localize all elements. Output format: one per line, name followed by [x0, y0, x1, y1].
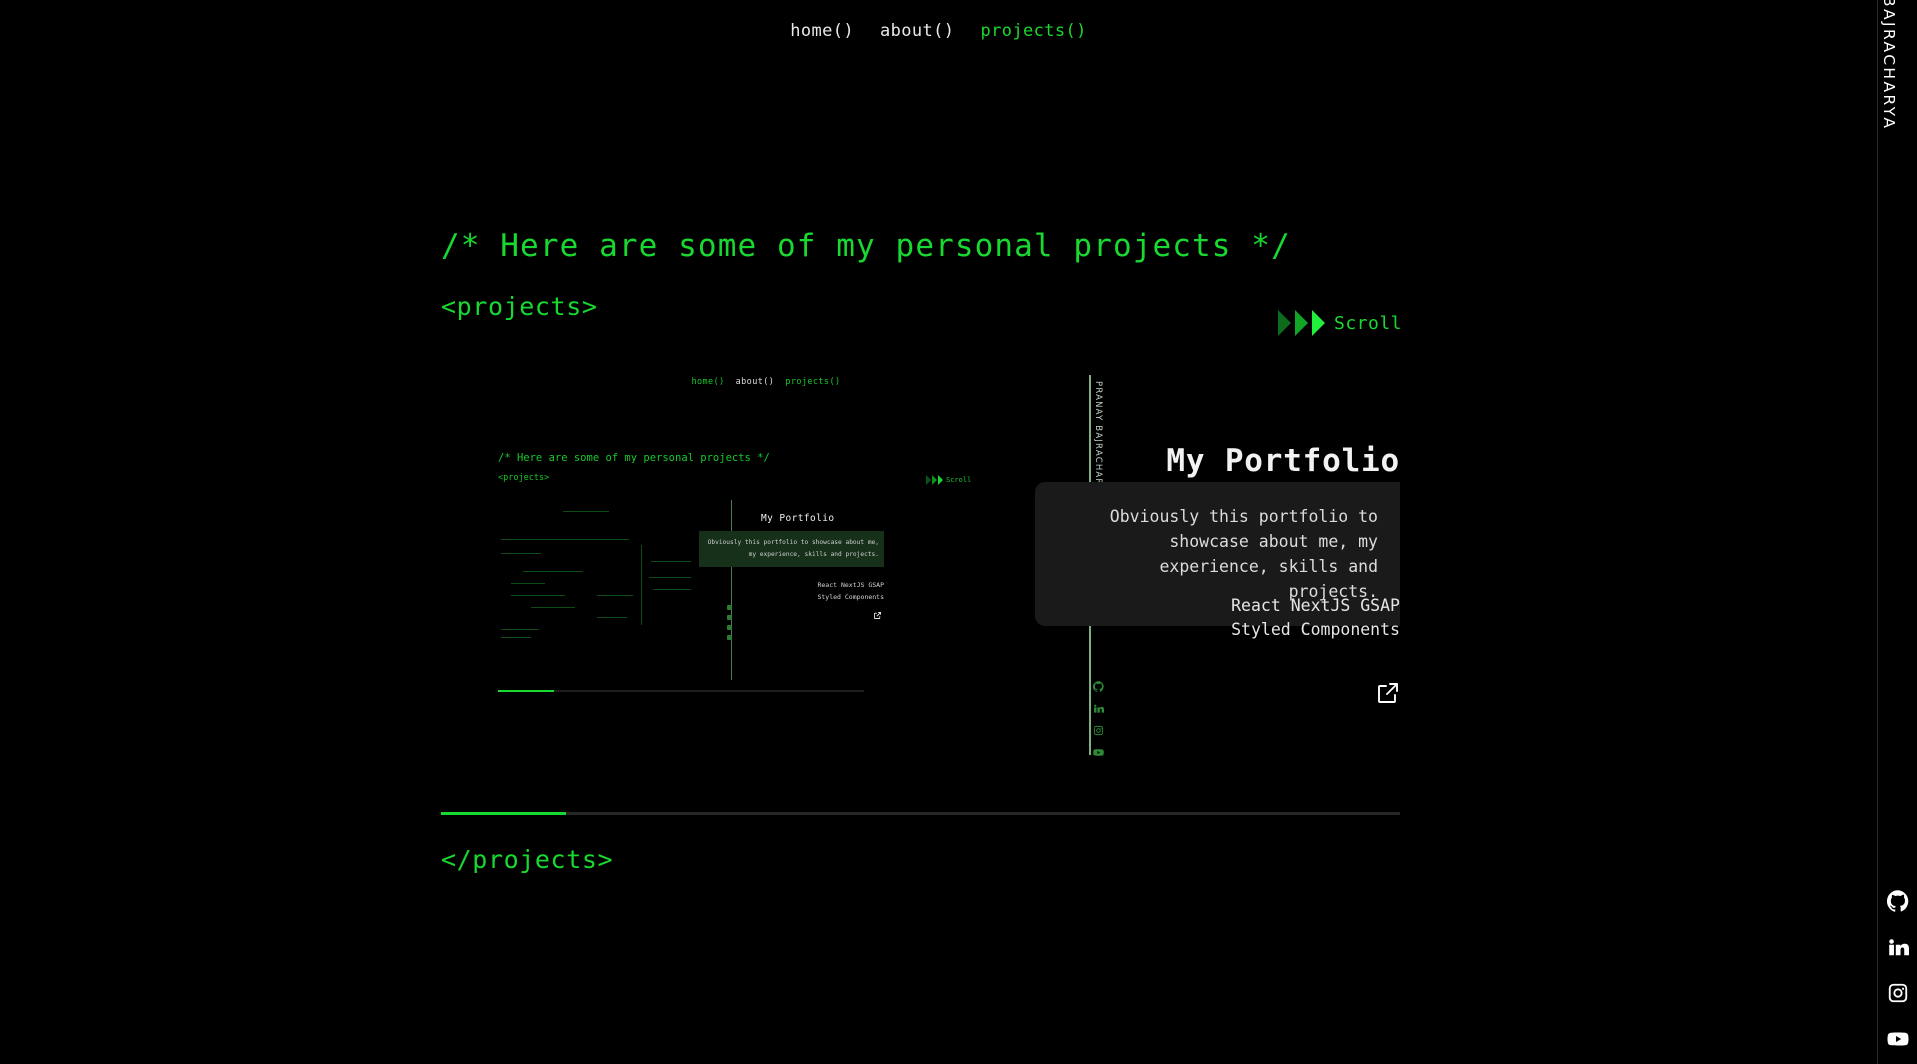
nav-link-home[interactable]: home(): [790, 21, 854, 41]
section-open-tag: <projects>: [441, 292, 598, 321]
project-slide: home() about() projects() /* Here are so…: [441, 365, 1400, 760]
section-close-tag: </projects>: [441, 845, 614, 874]
preview-nav: home() about() projects(): [441, 377, 1091, 387]
preview-external-link-icon: [873, 605, 882, 619]
preview-scroll-indicator: Scroll: [926, 475, 971, 485]
sidebar-social-links: [1878, 890, 1917, 1050]
preview-comment: /* Here are some of my personal projects…: [498, 452, 770, 464]
preview-nav-projects: projects(): [785, 377, 841, 387]
preview-chevron-icon-2: [932, 475, 937, 485]
chevron-right-icon-1: [1278, 310, 1291, 336]
preview-linkedin-icon: [727, 615, 732, 620]
carousel-progress-track[interactable]: [441, 812, 1400, 815]
slide-linkedin-icon[interactable]: [1093, 699, 1104, 713]
section-comment: /* Here are some of my personal projects…: [441, 228, 1291, 264]
project-tags-line-2: Styled Components: [1231, 620, 1400, 640]
slide-youtube-icon[interactable]: [1093, 743, 1104, 756]
preview-tags-line-1: React NextJS GSAP: [817, 581, 884, 589]
preview-open-tag: <projects>: [498, 473, 550, 483]
preview-instagram-icon: [727, 625, 732, 630]
project-tech-tags: React NextJS GSAP Styled Components: [1035, 594, 1400, 642]
github-icon[interactable]: [1886, 890, 1909, 912]
instagram-icon[interactable]: [1887, 982, 1909, 1004]
project-external-link-button[interactable]: [1376, 681, 1400, 705]
preview-chevron-icon-3: [938, 475, 943, 485]
author-name-vertical: PRANAY BAJRACHARYA: [1879, 0, 1898, 131]
preview-project-description: Obviously this portfolio to showcase abo…: [699, 531, 884, 567]
preview-tags-line-2: Styled Components: [817, 593, 884, 602]
scroll-indicator[interactable]: Scroll: [1278, 310, 1402, 336]
preview-project-tags: React NextJS GSAP Styled Components: [721, 579, 884, 604]
preview-social-icons: [727, 605, 732, 640]
preview-nested-screenshot: [501, 505, 691, 645]
chevron-right-icon-3: [1312, 310, 1325, 336]
slide-instagram-icon[interactable]: [1093, 721, 1104, 736]
nav-link-projects[interactable]: projects(): [980, 21, 1086, 41]
preview-scroll-label: Scroll: [946, 476, 972, 484]
slide-social-icons: [1092, 677, 1104, 756]
external-link-icon: [1378, 683, 1398, 703]
projects-page: home() about() projects() /* Here are so…: [0, 0, 1877, 1064]
project-tags-line-1: React NextJS GSAP: [1231, 596, 1400, 615]
preview-progress-fill: [498, 690, 554, 692]
nav-link-about[interactable]: about(): [880, 21, 954, 41]
main-navigation: home() about() projects(): [0, 0, 1877, 62]
preview-nav-about: about(): [735, 377, 775, 387]
linkedin-icon[interactable]: [1887, 936, 1909, 958]
slide-github-icon[interactable]: [1092, 677, 1104, 692]
project-preview-image[interactable]: home() about() projects() /* Here are so…: [441, 365, 1091, 695]
chevron-right-icon-2: [1295, 310, 1308, 336]
scroll-label: Scroll: [1334, 312, 1403, 334]
preview-chevron-icon-1: [926, 475, 931, 485]
youtube-icon[interactable]: [1886, 1028, 1909, 1050]
right-sidebar: PRANAY BAJRACHARYA: [1877, 0, 1917, 1064]
carousel-progress-fill: [441, 812, 566, 815]
slide-author-label: PRANAY BAJRACHARYA: [1093, 381, 1103, 498]
preview-github-icon: [727, 605, 732, 610]
preview-nav-home: home(): [691, 377, 725, 387]
preview-youtube-icon: [727, 635, 732, 640]
project-title: My Portfolio: [1166, 443, 1400, 479]
preview-project-title: My Portfolio: [761, 513, 835, 524]
